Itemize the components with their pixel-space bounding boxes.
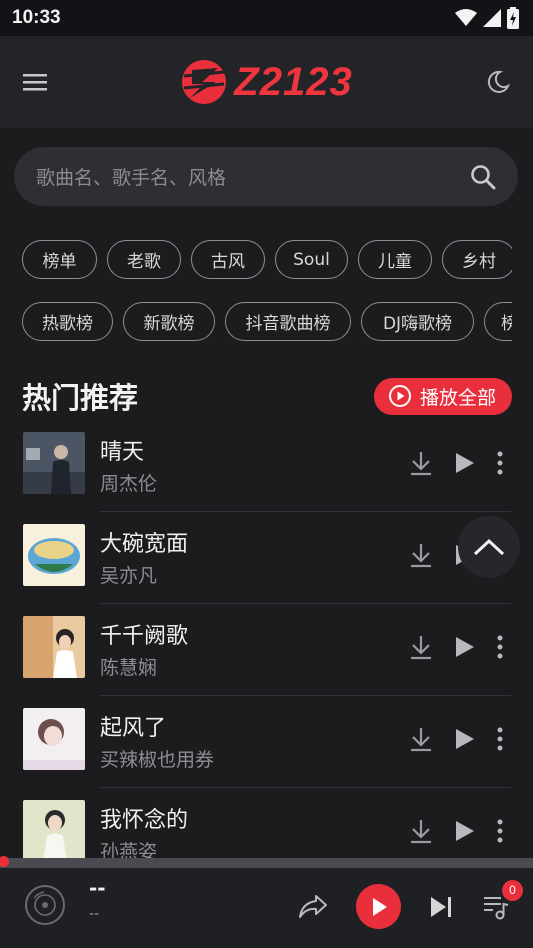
song-title: 起风了 <box>100 716 167 741</box>
now-playing-title: -- <box>89 876 106 900</box>
app-logo: Z2123 <box>180 58 352 106</box>
play-icon <box>372 897 387 916</box>
now-playing-artist: -- <box>89 906 100 922</box>
song-artist: 陈慧娴 <box>100 657 158 679</box>
chip-new-chart[interactable]: 新歌榜 <box>123 302 215 341</box>
play-icon[interactable] <box>455 636 475 658</box>
status-bar: 10:33 <box>0 0 533 36</box>
download-icon[interactable] <box>409 450 433 476</box>
section-title: 热门推荐 <box>22 381 139 415</box>
vinyl-disc-icon[interactable] <box>24 884 66 926</box>
genre-chip-row: 榜单 老歌 古风 Soul 儿童 乡村 <box>22 240 512 279</box>
signal-icon <box>483 9 501 27</box>
status-time: 10:33 <box>12 7 61 28</box>
play-icon[interactable] <box>455 728 475 750</box>
song-row[interactable]: 大碗宽面 吴亦凡 <box>0 512 533 604</box>
chip-ertong[interactable]: 儿童 <box>358 240 432 279</box>
download-icon[interactable] <box>409 634 433 660</box>
album-cover <box>23 524 85 586</box>
chip-dj-chart[interactable]: DJ嗨歌榜 <box>361 302 474 341</box>
mini-player: -- -- 0 <box>0 868 533 948</box>
search-bar[interactable]: 歌曲名、歌手名、风格 <box>14 147 518 206</box>
battery-icon <box>507 7 519 29</box>
song-artist: 吴亦凡 <box>100 565 158 587</box>
chip-soul[interactable]: Soul <box>275 240 348 279</box>
download-icon[interactable] <box>409 542 433 568</box>
more-icon[interactable] <box>497 727 503 751</box>
song-artist: 孙燕姿 <box>100 841 158 860</box>
chip-laoge[interactable]: 老歌 <box>107 240 181 279</box>
search-icon[interactable] <box>470 164 496 190</box>
download-icon[interactable] <box>409 818 433 844</box>
album-cover <box>23 616 85 678</box>
hamburger-menu-icon[interactable] <box>22 72 48 92</box>
song-artist: 买辣椒也用券 <box>100 749 215 771</box>
play-all-label: 播放全部 <box>419 386 496 409</box>
more-icon[interactable] <box>497 819 503 843</box>
download-icon[interactable] <box>409 726 433 752</box>
song-row[interactable]: 晴天 周杰伦 <box>0 420 533 512</box>
app-header: Z2123 <box>0 36 533 128</box>
chip-partial[interactable]: 榜 <box>484 302 512 341</box>
chevron-up-icon <box>473 538 505 556</box>
album-cover <box>23 708 85 770</box>
chip-hot-chart[interactable]: 热歌榜 <box>22 302 113 341</box>
playlist-queue-button[interactable]: 0 <box>481 879 523 922</box>
song-row[interactable]: 千千阙歌 陈慧娴 <box>0 604 533 696</box>
status-icons <box>455 7 519 29</box>
play-icon[interactable] <box>455 820 475 842</box>
player-controls: 0 <box>298 879 523 929</box>
song-actions <box>409 450 503 476</box>
section-header: 热门推荐 播放全部 <box>22 374 512 418</box>
play-circle-icon <box>388 385 411 407</box>
song-title: 晴天 <box>100 440 145 465</box>
chip-douyin-chart[interactable]: 抖音歌曲榜 <box>225 302 351 341</box>
chart-chip-row: 热歌榜 新歌榜 抖音歌曲榜 DJ嗨歌榜 榜 <box>22 302 512 341</box>
song-artist: 周杰伦 <box>100 473 158 495</box>
play-all-button[interactable]: 播放全部 <box>373 377 512 415</box>
song-title: 大碗宽面 <box>100 532 189 557</box>
search-input[interactable]: 歌曲名、歌手名、风格 <box>36 163 470 190</box>
song-actions <box>409 726 503 752</box>
song-title: 我怀念的 <box>100 808 189 833</box>
main-play-button[interactable] <box>356 884 401 929</box>
song-title: 千千阙歌 <box>100 624 189 649</box>
next-track-icon[interactable] <box>429 895 453 919</box>
song-row[interactable]: 起风了 买辣椒也用券 <box>0 696 533 788</box>
queue-count-badge: 0 <box>502 879 523 901</box>
chip-gufeng[interactable]: 古风 <box>191 240 265 279</box>
song-list: 晴天 周杰伦 大碗宽面 吴亦凡 千千阙歌 陈慧娴 起风了 买辣椒也用券 我怀念的… <box>0 420 533 860</box>
wifi-icon <box>455 9 477 26</box>
song-actions <box>409 818 503 844</box>
moon-icon[interactable] <box>485 69 511 95</box>
play-icon[interactable] <box>455 452 475 474</box>
more-icon[interactable] <box>497 635 503 659</box>
share-icon[interactable] <box>298 894 328 920</box>
chip-bangdan[interactable]: 榜单 <box>22 240 97 279</box>
scroll-to-top-button[interactable] <box>458 516 520 578</box>
album-cover <box>23 800 85 860</box>
playback-progress-bar[interactable] <box>0 858 533 868</box>
logo-icon <box>182 60 227 104</box>
song-actions <box>409 634 503 660</box>
more-icon[interactable] <box>497 451 503 475</box>
song-row[interactable]: 我怀念的 孙燕姿 <box>0 788 533 860</box>
album-cover <box>23 432 85 494</box>
logo-text: Z2123 <box>234 59 353 104</box>
chip-xiangcun[interactable]: 乡村 <box>442 240 512 279</box>
